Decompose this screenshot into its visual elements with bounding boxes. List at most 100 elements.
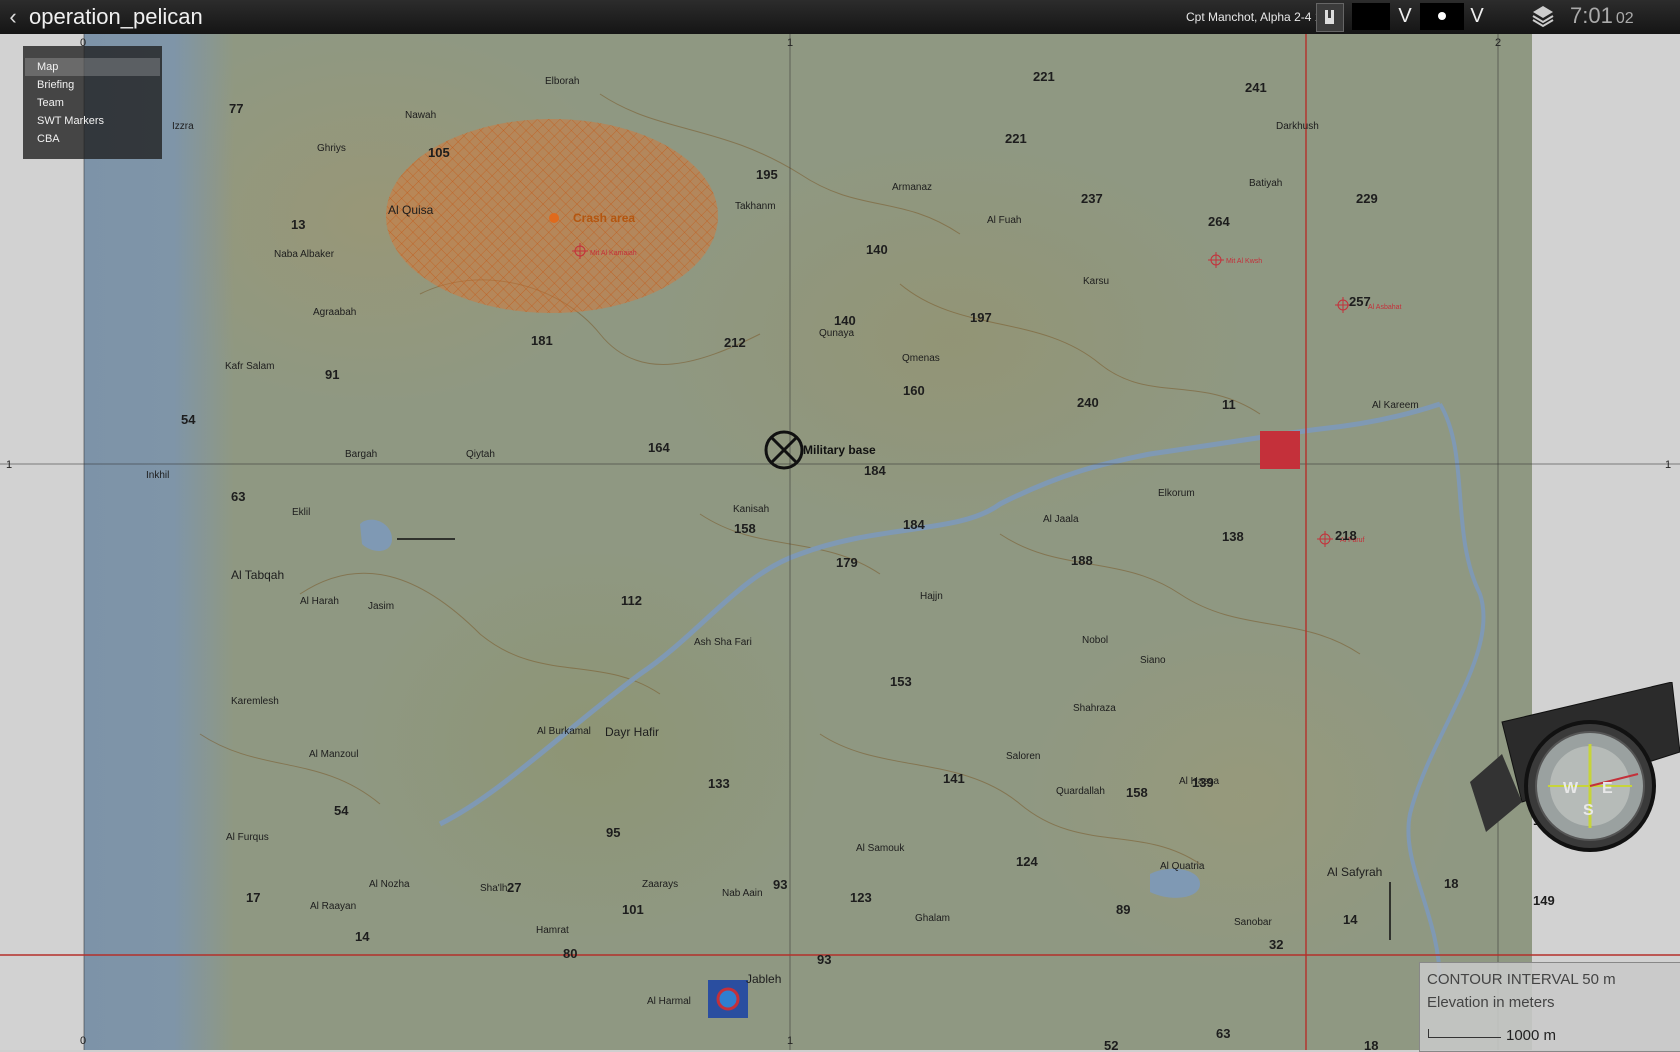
player-label: Cpt Manchot, Alpha 2-4 1 [1186,10,1322,24]
elevation-label: 14 [355,929,370,944]
town-label: Kafr Salam [225,361,274,372]
town-label: Inkhil [146,470,169,481]
menu-item-swt-markers[interactable]: SWT Markers [25,112,160,130]
map-overlay: 0 1 2 1 1 0 1 Crash area Military base M… [0,34,1680,1050]
town-label: Hajjn [920,591,943,602]
elevation-label: 18 [1364,1038,1378,1050]
town-label: Siano [1140,655,1166,666]
grid-label: 2 [1495,37,1501,49]
elevation-label: 264 [1208,214,1230,229]
game-clock: 7:01 02 [1570,3,1634,32]
dot-icon [1438,12,1446,20]
shape-dropdown-chevron-icon[interactable]: V [1466,3,1488,30]
town-label: Al Jaala [1043,514,1079,525]
bookmark-icon-button[interactable] [1316,3,1344,32]
elevation-label: 195 [756,167,778,182]
color-dropdown-chevron-icon[interactable]: V [1394,3,1416,30]
elevation-label: 77 [229,101,243,116]
elevation-label: 124 [1016,854,1038,869]
marker-shape-swatch[interactable] [1420,3,1464,30]
elevation-label: 149 [1533,893,1555,908]
elevation-label: 138 [1222,529,1244,544]
menu-item-team[interactable]: Team [25,94,160,112]
town-label: Batiyah [1249,178,1282,189]
elevation-label: 93 [773,877,787,892]
layers-icon[interactable] [1530,3,1556,30]
compass-tool[interactable]: W E S [1462,681,1680,858]
grid-label: 1 [787,37,793,49]
town-label: Nobol [1082,635,1108,646]
town-label: Hamrat [536,925,569,936]
grid-label: 1 [787,1035,793,1047]
compass-s-label: S [1583,802,1594,819]
respawn-marker[interactable] [708,980,748,1018]
map-menu: Map Briefing Team SWT Markers CBA [23,46,162,159]
elevation-label: 14 [1343,912,1358,927]
town-label: Al Burkamal [537,726,591,737]
objective-square-marker[interactable] [1260,431,1300,469]
elevation-label: 63 [1216,1026,1230,1041]
elevation-label: 241 [1245,80,1267,95]
map-legend: CONTOUR INTERVAL 50 m Elevation in meter… [1419,962,1680,1052]
town-label: Darkhush [1276,121,1319,132]
elevation-label: 89 [1116,902,1130,917]
elevation-label: 188 [1071,553,1093,568]
elevation-label: 141 [943,771,965,786]
crash-area-label: Crash area [573,211,635,225]
town-label: Zaarays [642,879,678,890]
elevation-label: 63 [231,489,245,504]
town-label: Sanobar [1234,917,1272,928]
town-label: Karemlesh [231,696,279,707]
scale-bar [1428,1029,1501,1038]
town-label: Kanisah [733,504,769,515]
elevation-label: 32 [1269,937,1283,952]
town-label: Takhanm [735,201,776,212]
elevation-label: 179 [836,555,858,570]
town-label: Jasim [368,601,394,612]
elevation-label: 54 [334,803,349,818]
elevation-label: 112 [621,593,642,608]
elevation-label: 105 [428,145,450,160]
menu-item-cba[interactable]: CBA [25,130,160,148]
town-label: Al Tabqah [231,568,284,582]
town-label: Izzra [172,121,194,132]
elevation-label: 257 [1349,294,1371,309]
elevation-label: 184 [903,517,925,532]
top-bar: ‹ operation_pelican Cpt Manchot, Alpha 2… [0,0,1680,34]
town-label: Ash Sha Fari [694,637,752,648]
elevation-label: 140 [834,313,856,328]
elevation-label: 133 [708,776,730,791]
elevation-unit-text: Elevation in meters [1427,994,1555,1011]
town-label: Ghalam [915,913,950,924]
marker-color-swatch[interactable] [1352,3,1390,30]
menu-item-map[interactable]: Map [25,58,160,76]
clock-hours-minutes: 7:01 [1570,3,1613,28]
elevation-label: 93 [817,952,831,967]
lake [360,519,392,551]
town-label: Nab Aain [722,888,763,899]
scale-bar-label: 1000 m [1506,1027,1557,1044]
red-crosshair-marker[interactable] [1208,252,1224,268]
town-label: Elborah [545,76,579,87]
map-view[interactable]: 0 1 2 1 1 0 1 Crash area Military base M… [0,34,1680,1050]
grid-label: 1 [6,459,12,471]
town-label: Al Furqus [226,832,269,843]
elevation-label: 181 [531,333,553,348]
menu-item-briefing[interactable]: Briefing [25,76,160,94]
military-base-marker[interactable]: Military base [764,430,876,470]
town-label: Al Fuah [987,215,1021,226]
town-label: Al Nozha [369,879,410,890]
crash-dot-icon [549,213,559,223]
town-label: Al Harah [300,596,339,607]
town-label: Quardallah [1056,786,1105,797]
elevation-label: 17 [246,890,260,905]
elevation-label: 11 [1222,397,1236,412]
red-crosshair-marker[interactable] [1317,531,1333,547]
elevation-label: 153 [890,674,912,689]
red-marker-label: Al Asbahat [1368,304,1402,311]
grid-label: 0 [80,1035,86,1047]
elevation-label: 160 [903,383,925,398]
town-label: Bargah [345,449,377,460]
elevation-label: 184 [864,463,886,478]
back-chevron-icon[interactable]: ‹ [4,4,22,30]
